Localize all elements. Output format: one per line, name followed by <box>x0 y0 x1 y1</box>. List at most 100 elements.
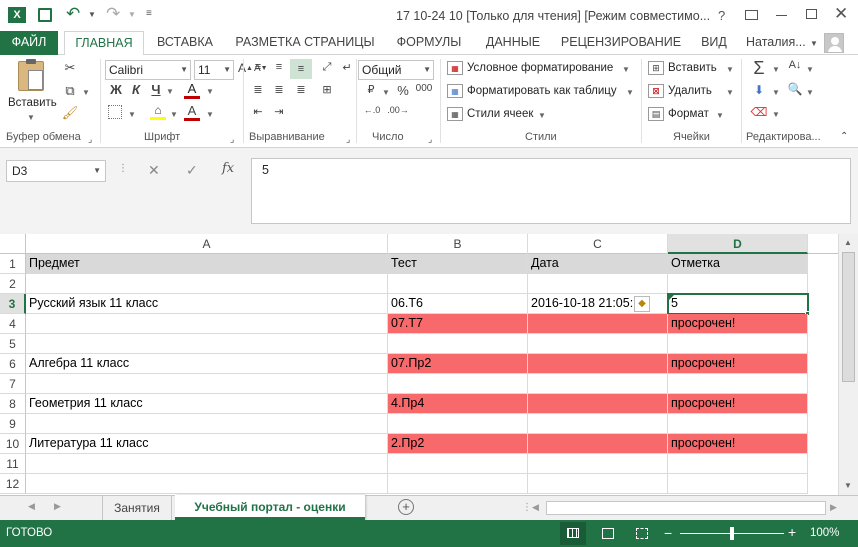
number-launcher-icon[interactable]: ⌟ <box>428 134 432 145</box>
paste-icon[interactable] <box>18 59 44 91</box>
hscroll-left-icon[interactable]: ◀ <box>532 502 539 513</box>
enter-icon[interactable]: ✓ <box>186 162 198 179</box>
cell-c-5[interactable] <box>528 334 668 354</box>
cell-b-10[interactable]: 2.Пр2 <box>388 434 528 454</box>
column-header-d[interactable]: D <box>668 234 808 254</box>
scroll-up-icon[interactable]: ▲ <box>844 238 852 247</box>
insert-cells-icon[interactable]: ⊞ <box>648 61 664 75</box>
fill-color-icon[interactable]: ⌂ <box>150 103 166 120</box>
column-header-b[interactable]: B <box>388 234 528 254</box>
format-cells-icon[interactable]: ▤ <box>648 107 664 121</box>
warning-icon[interactable]: ◆ <box>634 296 650 312</box>
cell-c-1[interactable]: Дата <box>528 254 668 274</box>
hscroll-right-icon[interactable]: ▶ <box>830 502 837 513</box>
sort-dropdown-icon[interactable]: ▼ <box>806 65 814 74</box>
tab-data[interactable]: ДАННЫЕ <box>478 31 548 55</box>
format-table-dropdown-icon[interactable]: ▼ <box>626 88 634 97</box>
borders-icon[interactable] <box>108 105 122 119</box>
tab-insert[interactable]: ВСТАВКА <box>150 31 220 55</box>
cell-d-11[interactable] <box>668 454 808 474</box>
undo-dropdown-icon[interactable]: ▼ <box>88 10 96 19</box>
help-button[interactable]: ? <box>718 8 725 23</box>
excel-logo-icon[interactable]: X <box>8 7 26 23</box>
autosum-dropdown-icon[interactable]: ▼ <box>772 65 780 74</box>
find-dropdown-icon[interactable]: ▼ <box>806 88 814 97</box>
conditional-dropdown-icon[interactable]: ▼ <box>622 65 630 74</box>
fill-dropdown-icon[interactable]: ▼ <box>170 110 178 119</box>
cell-a-8[interactable]: Геометрия 11 класс <box>26 394 388 414</box>
underline-button[interactable]: Ч <box>148 82 164 97</box>
wrap-text-icon[interactable]: ↵ <box>338 61 356 74</box>
tab-review[interactable]: РЕЦЕНЗИРОВАНИЕ <box>558 31 684 55</box>
italic-button[interactable]: К <box>128 82 144 97</box>
customize-qat-icon[interactable]: ≡ <box>146 8 152 19</box>
delete-dropdown-icon[interactable]: ▼ <box>726 88 734 97</box>
zoom-out-button[interactable]: − <box>664 525 672 541</box>
cell-b-12[interactable] <box>388 474 528 494</box>
row-header[interactable]: 2 <box>0 274 26 294</box>
format-as-table-button[interactable]: Форматировать как таблицу <box>467 85 617 97</box>
cell-styles-icon[interactable]: ▦ <box>447 107 463 121</box>
cell-a-6[interactable]: Алгебра 11 класс <box>26 354 388 374</box>
cell-b-11[interactable] <box>388 454 528 474</box>
cell-a-5[interactable] <box>26 334 388 354</box>
cancel-icon[interactable]: ✕ <box>148 162 160 179</box>
cell-d-1[interactable]: Отметка <box>668 254 808 274</box>
conditional-format-button[interactable]: Условное форматирование <box>467 62 613 74</box>
row-header[interactable]: 12 <box>0 474 26 494</box>
cell-a-1[interactable]: Предмет <box>26 254 388 274</box>
font-launcher-icon[interactable]: ⌟ <box>230 134 234 145</box>
zoom-in-button[interactable]: + <box>788 524 796 540</box>
format-table-icon[interactable]: ▦ <box>447 84 463 98</box>
add-sheet-icon[interactable]: + <box>398 499 414 515</box>
cell-a-2[interactable] <box>26 274 388 294</box>
format-cells-button[interactable]: Формат <box>668 108 709 120</box>
clear-dropdown-icon[interactable]: ▼ <box>772 110 780 119</box>
horizontal-scrollbar[interactable] <box>546 501 826 515</box>
thousands-button[interactable]: 000 <box>414 83 434 94</box>
merge-icon[interactable]: ⊞ <box>318 83 336 96</box>
copy-dropdown-icon[interactable]: ▼ <box>82 88 90 97</box>
orientation-icon[interactable]: ⤢ <box>318 61 336 74</box>
cell-c-10[interactable] <box>528 434 668 454</box>
cell-d-4[interactable]: просрочен! <box>668 314 808 334</box>
cell-a-7[interactable] <box>26 374 388 394</box>
user-dropdown-icon[interactable]: ▼ <box>810 39 818 48</box>
cell-styles-button[interactable]: Стили ячеек <box>467 108 533 120</box>
cell-d-7[interactable] <box>668 374 808 394</box>
user-name[interactable]: Наталия... <box>746 31 812 55</box>
cell-b-9[interactable] <box>388 414 528 434</box>
currency-dropdown-icon[interactable]: ▼ <box>382 88 390 97</box>
cell-c-8[interactable] <box>528 394 668 414</box>
select-all-corner[interactable] <box>0 234 26 254</box>
align-left-icon[interactable]: ≣ <box>249 83 267 96</box>
decrease-decimal-icon[interactable]: .00→ <box>387 105 409 115</box>
row-header[interactable]: 8 <box>0 394 26 414</box>
fill-icon[interactable]: ⬇ <box>750 83 768 97</box>
formula-input[interactable]: 5 <box>251 158 851 224</box>
sheet-tab-grades[interactable]: Учебный портал - оценки <box>175 495 365 520</box>
row-header[interactable]: 3 <box>0 294 26 314</box>
fill-dd-icon[interactable]: ▼ <box>772 88 780 97</box>
cell-d-2[interactable] <box>668 274 808 294</box>
cell-d-9[interactable] <box>668 414 808 434</box>
row-header[interactable]: 6 <box>0 354 26 374</box>
sheet-tab-lessons[interactable]: Занятия <box>102 496 172 520</box>
next-sheet-icon[interactable]: ▶ <box>54 501 61 512</box>
delete-cells-button[interactable]: Удалить <box>668 85 712 97</box>
format-dropdown-icon[interactable]: ▼ <box>716 111 724 120</box>
row-header[interactable]: 10 <box>0 434 26 454</box>
worksheet-grid[interactable]: A B C D 1 Предмет Тест Дата Отметка 2 3 Русский… <box>0 234 858 495</box>
font-color-a-icon[interactable]: A <box>184 103 200 121</box>
row-header[interactable]: 9 <box>0 414 26 434</box>
insert-function-icon[interactable]: fx <box>222 161 234 176</box>
column-header-c[interactable]: C <box>528 234 668 254</box>
name-box[interactable]: D3 ▼ <box>6 160 106 182</box>
cell-d-6[interactable]: просрочен! <box>668 354 808 374</box>
clipboard-launcher-icon[interactable]: ⌟ <box>88 134 92 145</box>
clear-icon[interactable]: ⌫ <box>750 105 768 119</box>
cell-a-11[interactable] <box>26 454 388 474</box>
cell-a-4[interactable] <box>26 314 388 334</box>
conditional-format-icon[interactable]: ▦ <box>447 61 463 75</box>
scroll-down-icon[interactable]: ▼ <box>844 481 852 490</box>
